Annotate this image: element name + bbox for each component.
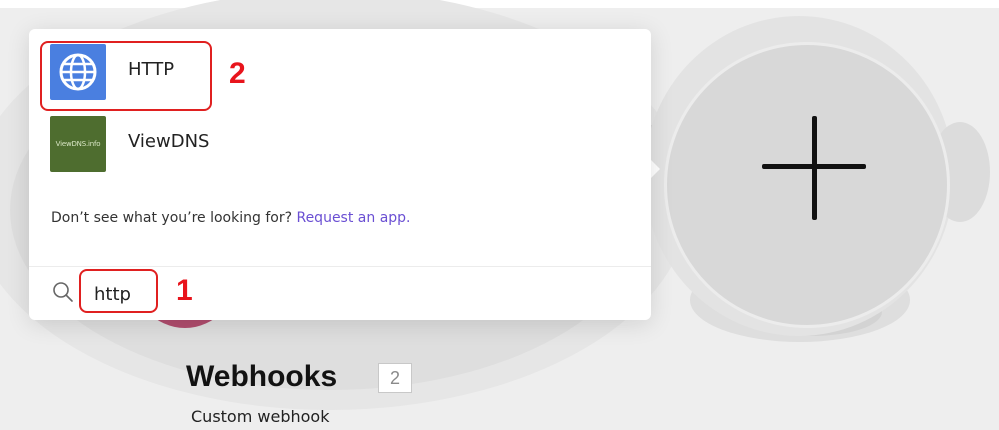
plus-icon-vertical [812, 116, 817, 220]
hint-text: Don’t see what you’re looking for? [51, 210, 293, 226]
module-title: Webhooks [186, 360, 338, 393]
module-subtitle: Custom webhook [191, 407, 330, 426]
viewdns-logo-icon: ViewDNS.info [50, 116, 106, 172]
annotation-box-search [79, 269, 158, 313]
divider [29, 266, 651, 267]
request-app-link[interactable]: Request an app. [296, 210, 410, 226]
request-app-hint: Don’t see what you’re looking for? Reque… [51, 207, 411, 229]
annotation-box-http [40, 41, 212, 111]
module-count-badge: 2 [378, 363, 412, 393]
annotation-number-1: 1 [176, 274, 193, 307]
annotation-number-2: 2 [229, 57, 246, 90]
add-module-button[interactable] [664, 42, 950, 328]
app-label-viewdns: ViewDNS [128, 131, 210, 152]
app-viewdns[interactable]: ViewDNS.info ViewDNS [29, 113, 651, 173]
search-icon [51, 280, 75, 304]
scenario-canvas: Webhooks 2 Custom webhook HTTP ViewDNS.i… [0, 0, 999, 430]
